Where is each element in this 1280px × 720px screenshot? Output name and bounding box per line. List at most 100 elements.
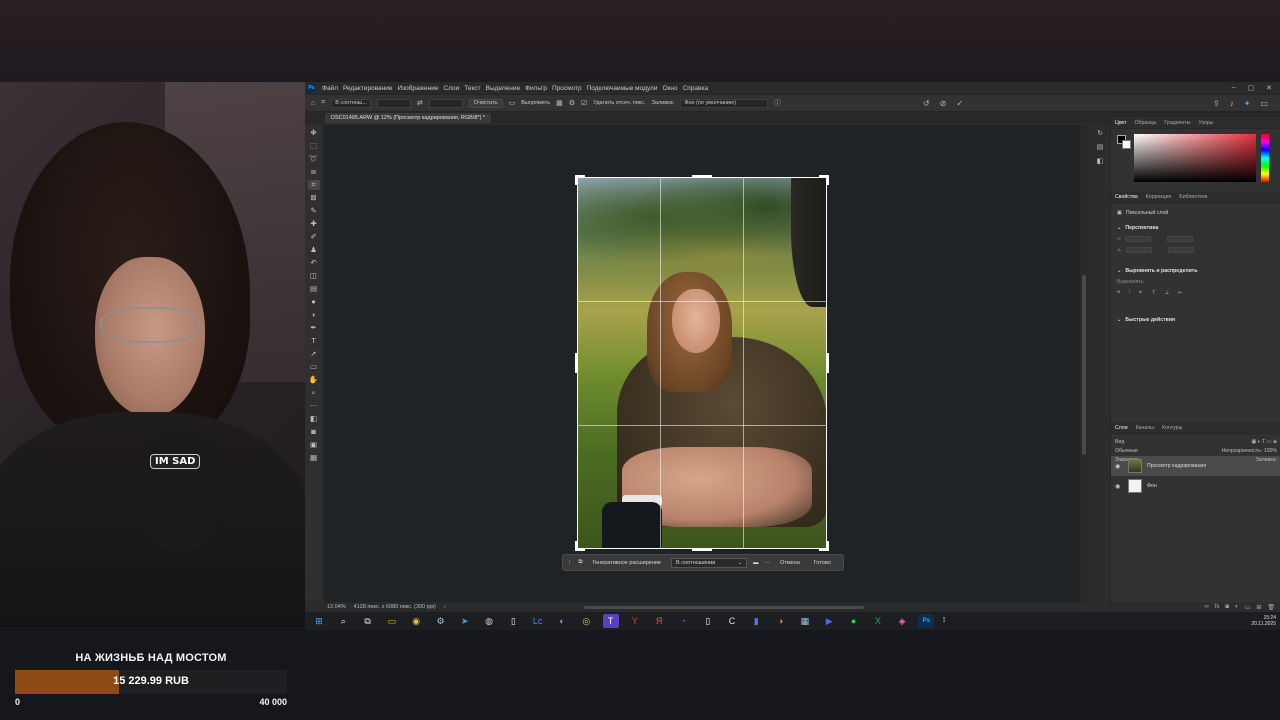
eye-icon[interactable]: ◉	[1115, 483, 1123, 490]
ai-icon[interactable]: ✦	[1244, 99, 1251, 108]
crop-handle-br-v[interactable]	[826, 541, 829, 551]
share-icon[interactable]: ⇪	[1213, 99, 1220, 108]
screen-mode-icon[interactable]: ▣	[308, 440, 320, 450]
align-top-icon[interactable]: ⊤	[1151, 290, 1156, 296]
marquee-tool-icon[interactable]: ⬚	[308, 141, 320, 151]
menu-window[interactable]: Окно	[662, 85, 677, 92]
vertical-scrollbar[interactable]	[1080, 125, 1088, 602]
app2-icon[interactable]: ◎	[578, 614, 594, 628]
crop-handle-right[interactable]	[826, 353, 829, 373]
gradient-icon[interactable]: ▤	[308, 284, 320, 294]
swap-orientation-icon[interactable]: ▬	[753, 560, 759, 566]
search-icon[interactable]: ⌕	[335, 614, 351, 628]
grid-overlay-icon[interactable]: ▦	[556, 99, 563, 107]
fill-select[interactable]: Фон (по умолчанию)	[680, 98, 769, 108]
align-right-icon[interactable]: ⫸	[1139, 289, 1142, 296]
dodge-icon[interactable]: ◖	[308, 310, 320, 320]
blend-mode-select[interactable]: Обычные	[1115, 448, 1138, 454]
eraser-icon[interactable]: ◫	[308, 271, 320, 281]
done-button[interactable]: Готово	[810, 559, 835, 567]
eyedropper-icon[interactable]: ✎	[308, 206, 320, 216]
doc-icon[interactable]: ▯	[700, 614, 716, 628]
menu-layers[interactable]: Слои	[443, 85, 459, 92]
swap-icon[interactable]: ⇄	[417, 99, 423, 107]
perspective-section[interactable]: ⌄ Перспектива	[1117, 222, 1274, 233]
lsc-icon[interactable]: Lc	[530, 614, 546, 628]
chrome-icon[interactable]: ◉	[408, 614, 424, 628]
explorer-icon[interactable]: ▭	[384, 614, 400, 628]
crop-handle-left[interactable]	[575, 353, 578, 373]
color-picker-field[interactable]	[1134, 134, 1256, 182]
taskbar-clock[interactable]: 15:24 20.11.2025	[1251, 615, 1280, 627]
close-icon[interactable]: ✕	[1266, 84, 1272, 92]
mask-icon[interactable]: ◙	[1225, 604, 1229, 610]
color-swatches-icon[interactable]: ◧	[308, 414, 320, 424]
link-icon[interactable]: ∞	[1117, 236, 1121, 242]
commit-icon[interactable]: ✓	[956, 99, 963, 108]
photoshop-icon[interactable]: Ps	[918, 614, 935, 628]
path-select-icon[interactable]: ➚	[308, 349, 320, 359]
pen-icon[interactable]: ✒	[308, 323, 320, 333]
history-brush-icon[interactable]: ↶	[308, 258, 320, 268]
generative-expand-button[interactable]: Генеративное расширение	[588, 559, 665, 567]
taskview-icon[interactable]: ⧉	[360, 614, 376, 628]
tab-gradients[interactable]: Градиенты	[1164, 120, 1190, 126]
crop-handle-tr-v[interactable]	[826, 175, 829, 185]
link-layers-icon[interactable]: ∞	[1204, 604, 1208, 610]
cancel-button[interactable]: Отмена	[776, 559, 804, 567]
settings-icon[interactable]: ⚙	[569, 99, 575, 107]
crop-handle-tl-v[interactable]	[575, 175, 578, 185]
horizontal-scrollbar[interactable]	[583, 605, 864, 609]
tab-properties[interactable]: Свойства	[1115, 194, 1138, 200]
blur-icon[interactable]: ●	[308, 297, 320, 307]
history-icon[interactable]: ↻	[1097, 129, 1103, 137]
tab-paths[interactable]: Контуры	[1162, 425, 1182, 431]
tab-libraries[interactable]: Библиотеки	[1179, 194, 1207, 200]
menu-select[interactable]: Выделение	[486, 85, 520, 92]
text-icon[interactable]: T	[602, 614, 619, 628]
straighten-icon[interactable]: ▭	[509, 99, 516, 107]
fg-bg-swatches[interactable]	[1117, 135, 1131, 149]
network-icon[interactable]: ⟟	[943, 617, 946, 625]
trash-icon[interactable]: 🗑	[1267, 604, 1275, 611]
menu-image[interactable]: Изображение	[398, 85, 439, 92]
group-icon[interactable]: ▭	[1245, 604, 1251, 611]
menu-view[interactable]: Просмотр	[552, 85, 582, 92]
ccleaner-icon[interactable]: C	[724, 614, 740, 628]
edit-toolbar-icon[interactable]: ▦	[308, 453, 320, 463]
opacity-value[interactable]: 100%	[1264, 448, 1277, 454]
home-icon[interactable]: ⌂	[311, 100, 315, 107]
zoom-level[interactable]: 12.04%	[327, 604, 346, 610]
tab-adjustments[interactable]: Коррекция	[1146, 194, 1172, 200]
eye-icon[interactable]: ◉	[1115, 463, 1123, 470]
fx-icon[interactable]: fx	[1215, 604, 1220, 610]
tab-color[interactable]: Цвет	[1115, 120, 1127, 126]
angle-icon[interactable]: ∠	[1117, 247, 1122, 253]
generative-expand-icon[interactable]: ⧉	[579, 559, 583, 566]
width-field[interactable]	[376, 98, 411, 108]
background-swatch[interactable]	[1122, 140, 1131, 149]
more-options-icon[interactable]: ⋯	[765, 560, 771, 566]
document-info[interactable]: 4128 пикс. x 6080 пикс. (300 ppi)	[354, 604, 436, 610]
layer-background[interactable]: ◉ Фон	[1111, 476, 1280, 496]
minimize-icon[interactable]: –	[1232, 84, 1236, 92]
more-tools-icon[interactable]: ⋯	[308, 401, 320, 411]
file-icon[interactable]: ▯	[505, 614, 521, 628]
lasso-tool-icon[interactable]: ➰	[308, 154, 320, 164]
calc-icon[interactable]: ▦	[797, 614, 813, 628]
x-input[interactable]	[1166, 235, 1193, 242]
type-icon[interactable]: T	[308, 336, 320, 346]
menu-filter[interactable]: Фильтр	[525, 85, 547, 92]
quick-actions-section[interactable]: ⌄ Быстрые действия	[1117, 314, 1274, 325]
tab-channels[interactable]: Каналы	[1136, 425, 1154, 431]
align-middle-icon[interactable]: ⊥	[1165, 290, 1170, 296]
crop-handle-top[interactable]	[692, 175, 712, 178]
crop-handle-bl-v[interactable]	[575, 541, 578, 551]
new-layer-icon[interactable]: ⊞	[1256, 604, 1261, 611]
hand-icon[interactable]: ✋	[308, 375, 320, 385]
ratio-select[interactable]: В соотнош...	[331, 98, 371, 108]
spotify-icon[interactable]: ●	[846, 614, 862, 628]
width-input[interactable]	[1124, 235, 1151, 242]
filter-icons[interactable]: ▣ ◐ T ▭ ◈	[1251, 439, 1277, 445]
maximize-icon[interactable]: ▢	[1248, 84, 1255, 92]
